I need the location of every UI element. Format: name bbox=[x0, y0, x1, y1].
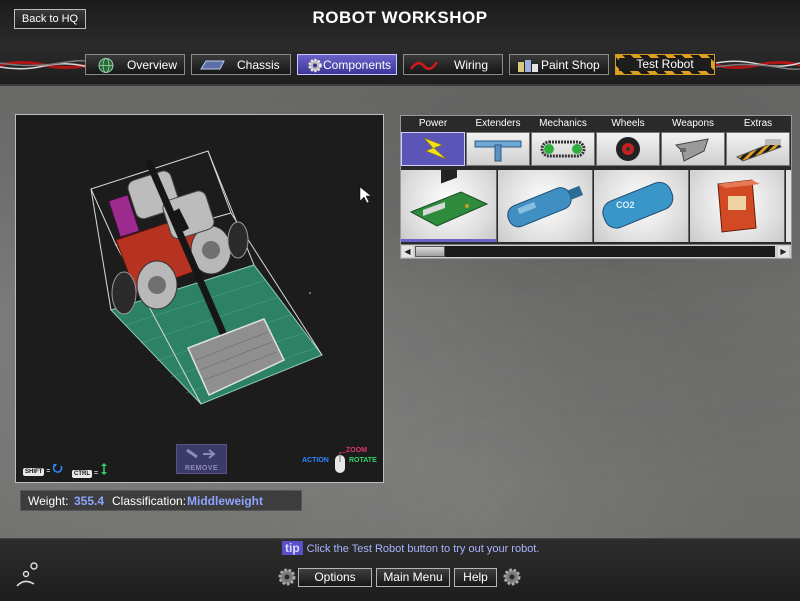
category-label-wheels: Wheels bbox=[611, 118, 645, 129]
scrollbar-track[interactable] bbox=[415, 246, 775, 257]
wheel-rear-left bbox=[111, 271, 137, 315]
classification-label: Classification: bbox=[112, 494, 187, 508]
page-title: ROBOT WORKSHOP bbox=[312, 8, 488, 27]
parts-panel: Power Extenders Mechanics Wheels Weapons… bbox=[400, 115, 792, 259]
lightning-icon bbox=[423, 137, 447, 160]
weight-value: 355.4 bbox=[74, 494, 105, 508]
category-label-extras: Extras bbox=[743, 118, 773, 129]
tab-test-robot[interactable]: Test Robot bbox=[615, 54, 715, 75]
wheel-rear-right bbox=[227, 221, 249, 259]
ctrl-key: CTRL bbox=[72, 470, 92, 478]
wheel-icon bbox=[616, 137, 640, 161]
part-item-partial bbox=[786, 170, 791, 242]
part-item-blue-tank[interactable] bbox=[498, 170, 593, 242]
weight-label: Weight: bbox=[28, 494, 69, 508]
tab-test-robot-label: Test Robot bbox=[619, 58, 711, 71]
battery-box-icon bbox=[717, 179, 760, 233]
parts-scrollbar[interactable]: ◀ ▶ bbox=[401, 244, 791, 258]
classification-value: Middleweight bbox=[187, 494, 263, 508]
back-to-hq-button[interactable]: Back to HQ bbox=[14, 9, 86, 29]
cable-decoration-left bbox=[0, 60, 88, 70]
shift-key: SHIFT bbox=[23, 468, 45, 476]
rotate-ccw-icon bbox=[53, 464, 63, 473]
remove-part-icon bbox=[186, 448, 216, 459]
tab-paint-shop-label: Paint Shop bbox=[541, 58, 600, 72]
wire-icon bbox=[410, 61, 438, 70]
mouse-icon bbox=[335, 452, 346, 473]
blue-tank-icon bbox=[507, 185, 584, 228]
category-power-button[interactable] bbox=[401, 132, 465, 166]
gear-icon bbox=[503, 568, 521, 586]
category-label-extenders: Extenders bbox=[475, 118, 521, 129]
rotate-label: ROTATE bbox=[349, 457, 377, 464]
zoom-label: ZOOM bbox=[346, 447, 367, 454]
scroll-left-arrow-icon[interactable]: ◀ bbox=[402, 246, 413, 257]
extender-bar-icon bbox=[474, 140, 522, 162]
tab-chassis-label: Chassis bbox=[237, 58, 280, 72]
mouse-controls-legend: ZOOM ACTION ROTATE bbox=[302, 447, 382, 477]
blade-icon bbox=[674, 138, 709, 162]
tab-components[interactable]: Components bbox=[297, 54, 397, 75]
chassis-icon bbox=[200, 60, 225, 70]
vertical-move-icon bbox=[101, 463, 107, 475]
action-label: ACTION bbox=[302, 457, 329, 464]
category-extenders-button[interactable] bbox=[466, 132, 530, 166]
category-wheels-button[interactable] bbox=[596, 132, 660, 166]
circuit-board-icon bbox=[409, 163, 489, 227]
ctrl-hint: CTRL = bbox=[72, 463, 108, 478]
shift-hint: SHIFT = bbox=[23, 463, 64, 476]
robot-3d-viewport[interactable]: SHIFT = CTRL = REMOVE ZOOM ACTION ROTATE bbox=[15, 114, 384, 483]
tab-chassis[interactable]: Chassis bbox=[191, 54, 291, 75]
tab-overview-label: Overview bbox=[127, 58, 178, 72]
game-logo-icon bbox=[16, 562, 38, 587]
co2-label: CO2 bbox=[616, 200, 635, 210]
options-button[interactable]: Options bbox=[298, 568, 372, 587]
co2-tank-icon bbox=[602, 181, 674, 229]
top-bar: ROBOT WORKSHOP Back to HQ Overview Chass… bbox=[0, 0, 800, 86]
category-mechanics-button[interactable] bbox=[531, 132, 595, 166]
tab-wiring[interactable]: Wiring bbox=[403, 54, 503, 75]
mouse-cursor-icon bbox=[359, 186, 372, 204]
scrollbar-thumb[interactable] bbox=[415, 246, 445, 257]
category-label-mechanics: Mechanics bbox=[539, 118, 587, 129]
category-label-weapons: Weapons bbox=[671, 118, 715, 129]
tab-components-label: Components bbox=[323, 58, 392, 72]
tip-text: Click the Test Robot button to try out y… bbox=[306, 543, 540, 555]
robot-model[interactable] bbox=[16, 115, 383, 482]
main-menu-button[interactable]: Main Menu bbox=[376, 568, 450, 587]
category-extras-button[interactable] bbox=[726, 132, 790, 166]
tab-wiring-label: Wiring bbox=[454, 58, 489, 72]
tab-paint-shop[interactable]: Paint Shop bbox=[509, 54, 609, 75]
cable-decoration-right bbox=[716, 60, 800, 70]
wedge-icon bbox=[735, 139, 782, 162]
category-label-power: Power bbox=[418, 118, 448, 129]
tab-overview[interactable]: Overview bbox=[85, 54, 185, 75]
part-item-battery-box[interactable] bbox=[690, 170, 785, 242]
part-item-co2-tank[interactable]: CO2 bbox=[594, 170, 689, 242]
gear-icon bbox=[278, 568, 296, 586]
chain-belt-icon bbox=[540, 140, 586, 158]
robot-stats-bar: Weight: 355.4 Classification: Middleweig… bbox=[20, 490, 302, 511]
tip-badge: tip bbox=[282, 541, 303, 555]
tip-message: tip Click the Test Robot button to try ou… bbox=[282, 541, 539, 555]
paint-cans-icon bbox=[518, 60, 538, 72]
scroll-right-arrow-icon[interactable]: ▶ bbox=[778, 246, 789, 257]
part-item-circuit-board[interactable] bbox=[401, 163, 497, 242]
category-weapons-button[interactable] bbox=[661, 132, 725, 166]
help-button[interactable]: Help bbox=[454, 568, 497, 587]
globe-icon bbox=[98, 58, 114, 73]
remove-button[interactable]: REMOVE bbox=[176, 444, 227, 474]
